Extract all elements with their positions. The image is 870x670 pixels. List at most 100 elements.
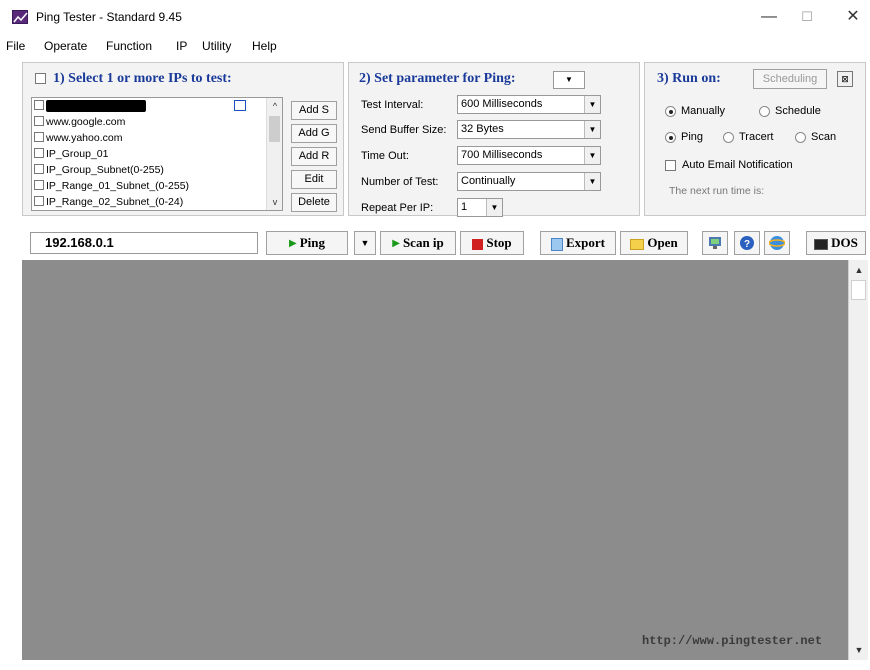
- repeat-per-ip-select[interactable]: 1 ▼: [457, 198, 503, 217]
- list-item[interactable]: IP_Group_01: [32, 146, 282, 162]
- add-single-button[interactable]: Add S: [291, 101, 337, 120]
- chevron-down-icon[interactable]: ▼: [584, 96, 600, 113]
- run-on-title: 3) Run on:: [657, 71, 721, 86]
- chevron-down-icon[interactable]: v: [267, 194, 282, 210]
- radio-empty-icon: [795, 131, 806, 143]
- select-ip-title: 1) Select 1 or more IPs to test:: [53, 71, 232, 86]
- list-item-checkbox[interactable]: [34, 100, 44, 110]
- network-icon[interactable]: [702, 231, 728, 255]
- list-item[interactable]: www.google.com: [32, 114, 282, 130]
- list-item[interactable]: IP_Group_Subnet(0-255): [32, 162, 282, 178]
- buffer-size-label: Send Buffer Size:: [361, 124, 447, 136]
- list-item[interactable]: [32, 98, 282, 114]
- radio-selected-icon: [665, 105, 676, 117]
- test-interval-select[interactable]: 600 Milliseconds ▼: [457, 95, 601, 114]
- scroll-thumb[interactable]: [851, 280, 866, 300]
- export-button[interactable]: Export: [540, 231, 616, 255]
- stop-button[interactable]: Stop: [460, 231, 524, 255]
- radio-empty-icon: [759, 105, 770, 117]
- ip-list[interactable]: www.google.com www.yahoo.com IP_Group_01…: [31, 97, 283, 211]
- timeout-select[interactable]: 700 Milliseconds ▼: [457, 146, 601, 165]
- scroll-thumb[interactable]: [269, 116, 280, 142]
- add-group-button[interactable]: Add G: [291, 124, 337, 143]
- list-item-checkbox[interactable]: [34, 164, 44, 174]
- minimize-button[interactable]: —: [754, 6, 784, 28]
- chevron-down-icon[interactable]: ▼: [584, 121, 600, 138]
- delete-button[interactable]: Delete: [291, 193, 337, 212]
- list-item-label: IP_Range_01_Subnet_(0-255): [46, 180, 190, 192]
- chevron-down-icon[interactable]: ▼: [584, 147, 600, 164]
- close-button[interactable]: ✕: [838, 6, 868, 28]
- app-icon: [12, 10, 28, 24]
- tracert-radio[interactable]: Tracert: [723, 131, 773, 143]
- folder-icon: [630, 238, 645, 250]
- export-icon: [551, 237, 563, 251]
- list-item[interactable]: IP_Range_01_Subnet_(0-255): [32, 178, 282, 194]
- scan-radio[interactable]: Scan: [795, 131, 836, 143]
- list-item-checkbox[interactable]: [34, 148, 44, 158]
- list-item-label: www.google.com: [46, 116, 126, 128]
- list-item-checkbox[interactable]: [34, 116, 44, 126]
- output-scrollbar[interactable]: ▲ ▼: [848, 260, 868, 660]
- ip-address-input[interactable]: 192.168.0.1: [30, 232, 258, 254]
- list-item[interactable]: IP_Range_02_Subnet_(0-24): [32, 194, 282, 210]
- menu-help[interactable]: Help: [252, 39, 277, 53]
- repeat-per-ip-label: Repeat Per IP:: [361, 202, 434, 214]
- add-range-button[interactable]: Add R: [291, 147, 337, 166]
- manually-radio[interactable]: Manually: [665, 105, 725, 117]
- play-icon: ▶: [289, 238, 297, 250]
- scheduling-button[interactable]: Scheduling: [753, 69, 827, 89]
- list-item-checkbox[interactable]: [34, 196, 44, 206]
- window-title: Ping Tester - Standard 9.45: [36, 10, 182, 24]
- ping-options-dropdown[interactable]: ▼: [354, 231, 376, 255]
- chevron-down-icon[interactable]: ▼: [486, 199, 502, 216]
- chevron-down-icon[interactable]: ▼: [851, 642, 867, 658]
- open-button[interactable]: Open: [620, 231, 688, 255]
- redacted-entry: [46, 100, 146, 113]
- scan-ip-button[interactable]: ▶ Scan ip: [380, 231, 456, 255]
- number-of-test-select[interactable]: Continually ▼: [457, 172, 601, 191]
- parameter-panel: 2) Set parameter for Ping: ▼ Test Interv…: [348, 62, 640, 217]
- chevron-up-icon[interactable]: ^: [267, 98, 282, 114]
- menu-ip[interactable]: IP: [176, 39, 187, 53]
- terminal-icon: [814, 238, 829, 250]
- svg-text:?: ?: [744, 239, 750, 250]
- window-icon[interactable]: ⊠: [837, 71, 853, 87]
- select-all-checkbox[interactable]: [35, 73, 46, 84]
- dos-button[interactable]: DOS: [806, 231, 866, 255]
- number-of-test-label: Number of Test:: [361, 176, 439, 188]
- auto-email-checkbox[interactable]: Auto Email Notification: [665, 159, 793, 171]
- ip-list-scrollbar[interactable]: ^ v: [266, 98, 282, 210]
- help-icon[interactable]: ?: [734, 231, 760, 255]
- list-item-label: IP_Range_02_Subnet_(0-24): [46, 196, 184, 208]
- chevron-up-icon[interactable]: ▲: [851, 262, 867, 278]
- menu-utility[interactable]: Utility: [202, 39, 231, 53]
- list-item-checkbox[interactable]: [34, 132, 44, 142]
- test-interval-label: Test Interval:: [361, 99, 424, 111]
- window-icon: [234, 100, 246, 111]
- play-icon: ▶: [392, 238, 400, 250]
- title-bar: Ping Tester - Standard 9.45 — ☐ ✕: [0, 0, 870, 34]
- edit-button[interactable]: Edit: [291, 170, 337, 189]
- chevron-down-icon[interactable]: ▼: [584, 173, 600, 190]
- select-ip-panel: 1) Select 1 or more IPs to test: www.goo…: [22, 62, 344, 216]
- menu-function[interactable]: Function: [106, 39, 152, 53]
- browser-icon[interactable]: [764, 231, 790, 255]
- ping-radio[interactable]: Ping: [665, 131, 703, 143]
- output-area[interactable]: [22, 260, 848, 660]
- menu-operate[interactable]: Operate: [44, 39, 87, 53]
- buffer-size-select[interactable]: 32 Bytes ▼: [457, 120, 601, 139]
- schedule-radio[interactable]: Schedule: [759, 105, 821, 117]
- list-item-checkbox[interactable]: [34, 180, 44, 190]
- menu-bar: File Operate Function IP Utility Help: [0, 36, 870, 58]
- ping-button[interactable]: ▶ Ping: [266, 231, 348, 255]
- radio-selected-icon: [665, 131, 676, 143]
- list-item[interactable]: www.yahoo.com: [32, 130, 282, 146]
- list-item-label: IP_Group_Subnet(0-255): [46, 164, 164, 176]
- run-on-panel: 3) Run on: Scheduling ⊠ Manually Schedul…: [644, 62, 866, 216]
- stop-icon: [472, 238, 484, 250]
- parameter-title: 2) Set parameter for Ping:: [359, 71, 516, 86]
- menu-file[interactable]: File: [6, 39, 25, 53]
- parameter-preset-dropdown[interactable]: ▼: [553, 71, 585, 89]
- maximize-button[interactable]: ☐: [792, 6, 822, 28]
